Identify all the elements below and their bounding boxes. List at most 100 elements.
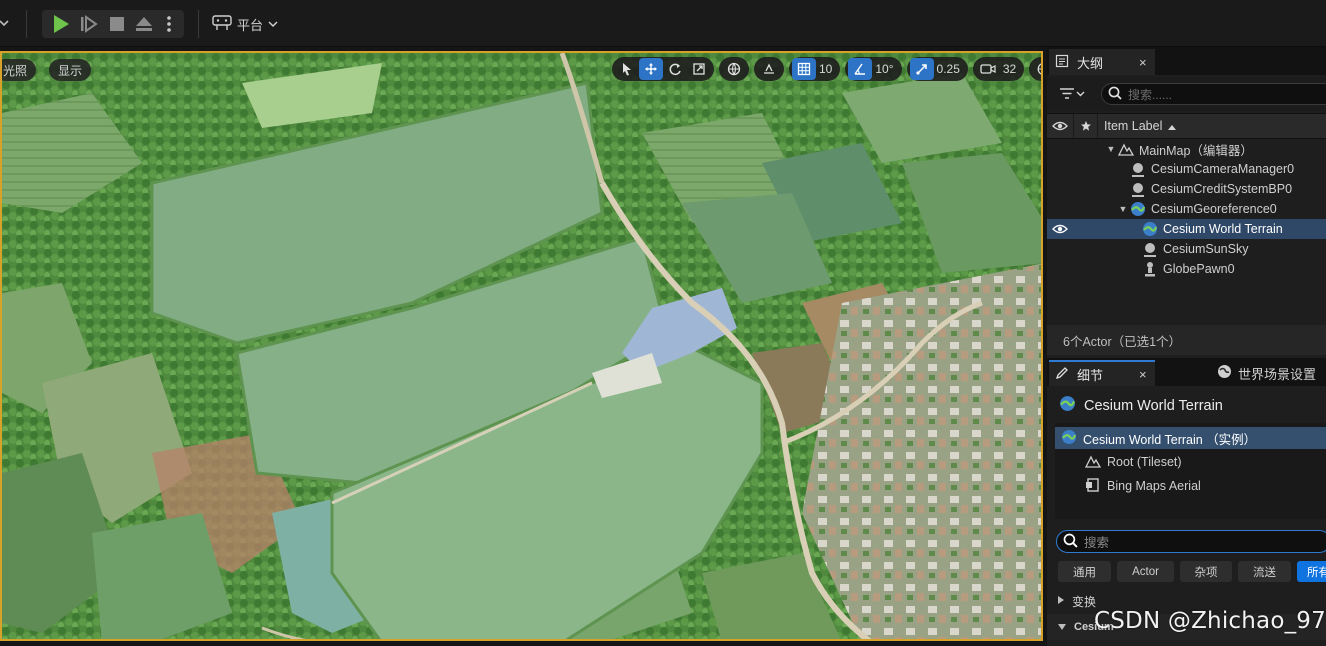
- play-icon[interactable]: [51, 14, 71, 34]
- tab-details[interactable]: 细节 ×: [1049, 360, 1155, 386]
- component-bing-maps[interactable]: Bing Maps Aerial: [1055, 475, 1326, 497]
- filter-general-button[interactable]: 通用: [1058, 561, 1111, 582]
- filter-actor-button[interactable]: Actor: [1117, 561, 1174, 582]
- eye-icon[interactable]: [1047, 219, 1073, 239]
- collapse-arrow-icon: [1057, 620, 1067, 634]
- outliner-search-input[interactable]: 搜索......: [1101, 83, 1326, 105]
- component-instance[interactable]: Cesium World Terrain （实例）: [1055, 427, 1326, 449]
- aerial-imagery: [2, 53, 1041, 639]
- step-frame-icon[interactable]: [79, 14, 99, 34]
- select-cursor-icon[interactable]: [615, 58, 639, 80]
- transform-mode-group: [612, 57, 714, 81]
- collapse-arrow-icon[interactable]: ▼: [1105, 144, 1117, 154]
- surface-snap-icon[interactable]: [757, 58, 781, 80]
- close-icon[interactable]: ×: [1139, 367, 1147, 382]
- chevron-down-icon[interactable]: [0, 14, 12, 32]
- rotation-snap-icon[interactable]: [848, 58, 873, 80]
- grid-snap-icon[interactable]: [792, 58, 816, 80]
- expand-arrow-icon: [1057, 594, 1065, 608]
- gamepad-icon: [212, 14, 232, 34]
- grid-snap-group: 10: [789, 57, 841, 81]
- eye-icon[interactable]: [1047, 114, 1073, 138]
- tree-item-label: MainMap（编辑器）: [1139, 143, 1253, 158]
- scale-snap-value[interactable]: 0.25: [934, 62, 965, 76]
- viewport-layout-icon[interactable]: [1032, 58, 1041, 80]
- collapse-arrow-icon[interactable]: ▼: [1117, 204, 1129, 214]
- tree-item-label: CesiumSunSky: [1163, 242, 1249, 256]
- viewport-tool-strip: 10 10° 0.25 32: [612, 57, 1041, 81]
- world-space-globe-icon[interactable]: [722, 58, 746, 80]
- item-label-header: Item Label: [1104, 119, 1163, 133]
- tree-item-label: CesiumCreditSystemBP0: [1151, 182, 1293, 196]
- close-icon[interactable]: ×: [1139, 55, 1147, 70]
- overlay-icon: [1085, 477, 1101, 495]
- filter-streaming-button[interactable]: 流送: [1238, 561, 1291, 582]
- component-label: Cesium World Terrain （实例）: [1083, 432, 1257, 447]
- scale-snap-icon[interactable]: [909, 58, 934, 80]
- globe-icon: [1061, 429, 1077, 448]
- tree-item-mainmap[interactable]: ▼ MainMap（编辑器）: [1047, 139, 1326, 159]
- eject-icon[interactable]: [134, 14, 154, 34]
- tree-item-credit-system[interactable]: CesiumCreditSystemBP0: [1047, 179, 1326, 199]
- outliner-icon: [1055, 54, 1069, 71]
- camera-speed-value[interactable]: 32: [1000, 62, 1021, 76]
- filter-misc-button[interactable]: 杂项: [1180, 561, 1232, 582]
- actor-icon: [1129, 161, 1147, 177]
- lighting-label: 光照: [3, 63, 28, 78]
- sort-ascending-icon: [1168, 119, 1177, 133]
- grid-snap-value[interactable]: 10: [816, 62, 837, 76]
- outliner-tab-label: 大纲: [1077, 55, 1104, 71]
- platform-button[interactable]: 平台: [212, 12, 278, 36]
- star-icon[interactable]: [1073, 114, 1097, 138]
- item-label-column[interactable]: Item Label: [1097, 114, 1326, 138]
- component-root-tileset[interactable]: Root (Tileset): [1055, 451, 1326, 473]
- tree-item-world-terrain[interactable]: Cesium World Terrain: [1047, 219, 1326, 239]
- tree-item-label: CesiumGeoreference0: [1151, 202, 1277, 216]
- surface-snap-group: [754, 57, 784, 81]
- camera-icon[interactable]: [976, 58, 1000, 80]
- toolbar-divider: [198, 10, 199, 38]
- scale-icon[interactable]: [687, 58, 711, 80]
- translate-icon[interactable]: [639, 58, 663, 80]
- rotate-icon[interactable]: [663, 58, 687, 80]
- details-title: Cesium World Terrain: [1059, 395, 1223, 416]
- scale-snap-group: 0.25: [906, 57, 968, 81]
- coordinate-space-group: [719, 57, 749, 81]
- component-label: Bing Maps Aerial: [1107, 479, 1201, 493]
- show-label: 显示: [58, 63, 83, 78]
- details-search-input[interactable]: 搜索: [1056, 530, 1326, 553]
- filter-icon[interactable]: [1059, 86, 1085, 105]
- tree-item-sunsky[interactable]: CesiumSunSky: [1047, 239, 1326, 259]
- search-icon: [1063, 533, 1078, 551]
- component-tree: Cesium World Terrain （实例） Root (Tileset)…: [1055, 423, 1326, 519]
- more-options-icon[interactable]: [164, 14, 184, 34]
- world-settings-label: 世界场景设置: [1238, 366, 1317, 382]
- outliner-status: 6个Actor（已选1个）: [1047, 325, 1326, 355]
- watermark: CSDN @Zhichao_97: [1094, 608, 1326, 634]
- show-flags-button[interactable]: 显示: [49, 59, 92, 81]
- pawn-icon: [1141, 261, 1159, 277]
- tree-item-label: GlobePawn0: [1163, 262, 1235, 276]
- search-icon: [1108, 86, 1122, 103]
- lighting-mode-button[interactable]: 光照: [2, 59, 37, 81]
- actor-icon: [1129, 181, 1147, 197]
- tab-outliner[interactable]: 大纲 ×: [1049, 49, 1155, 75]
- globe-icon: [1141, 221, 1159, 237]
- details-search-placeholder: 搜索: [1084, 536, 1110, 550]
- tree-item-camera-manager[interactable]: CesiumCameraManager0: [1047, 159, 1326, 179]
- rotation-snap-group: 10°: [845, 57, 902, 81]
- tree-item-georeference[interactable]: ▼ CesiumGeoreference0: [1047, 199, 1326, 219]
- tab-world-settings[interactable]: 世界场景设置: [1211, 360, 1322, 386]
- globe-icon: [1129, 201, 1147, 217]
- details-tab-label: 细节: [1077, 367, 1104, 383]
- stop-icon[interactable]: [107, 14, 127, 34]
- filter-all-button[interactable]: 所有: [1297, 561, 1326, 582]
- section-transform-label: 变换: [1072, 594, 1097, 609]
- rotation-snap-value[interactable]: 10°: [872, 62, 898, 76]
- details-tabbar: 细节 × 世界场景设置: [1047, 358, 1326, 386]
- level-viewport[interactable]: 光照 显示 10 10° 0.25 32: [0, 51, 1043, 641]
- tree-item-label: Cesium World Terrain: [1163, 222, 1283, 236]
- globe-icon: [1059, 395, 1076, 416]
- outliner-tabbar: 大纲 ×: [1047, 47, 1326, 75]
- tree-item-globe-pawn[interactable]: GlobePawn0: [1047, 259, 1326, 279]
